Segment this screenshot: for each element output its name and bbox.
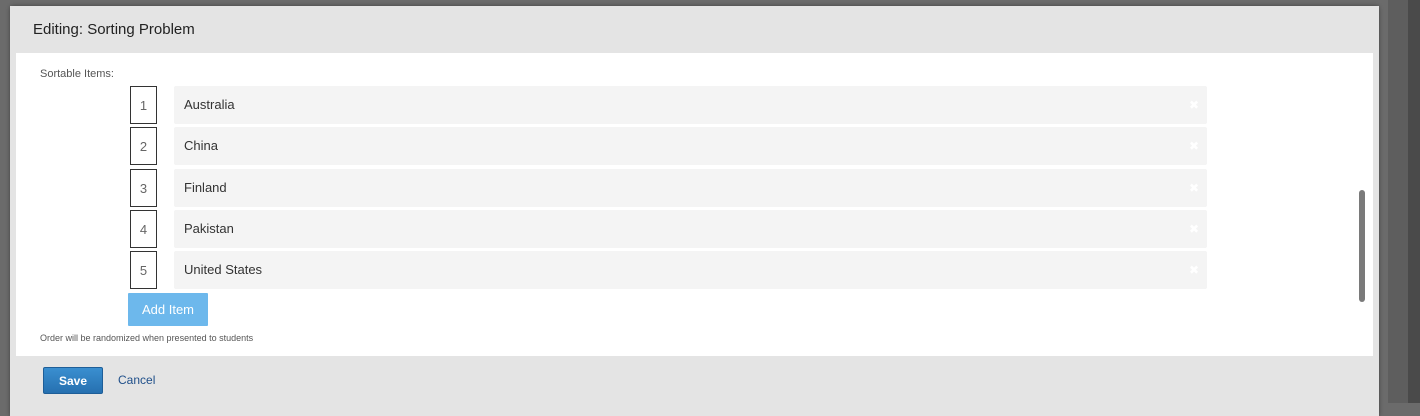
order-number[interactable]: 1 — [130, 86, 157, 124]
save-button[interactable]: Save — [43, 367, 103, 394]
close-icon[interactable]: ✖ — [1188, 223, 1200, 235]
sortable-item-row: 1 Australia ✖ — [16, 86, 1216, 124]
item-text: Australia — [184, 97, 235, 112]
close-icon[interactable]: ✖ — [1188, 182, 1200, 194]
sortable-item-row: 5 United States ✖ — [16, 251, 1216, 289]
scrollbar-thumb[interactable] — [1359, 190, 1365, 302]
edit-modal: Editing: Sorting Problem Sortable Items:… — [10, 6, 1379, 416]
item-text: Finland — [184, 180, 227, 195]
item-text: United States — [184, 262, 263, 277]
cancel-link[interactable]: Cancel — [118, 373, 155, 387]
item-text-field[interactable]: Australia ✖ — [174, 86, 1207, 124]
add-item-button[interactable]: Add Item — [128, 293, 208, 326]
window-edge — [1408, 0, 1420, 403]
sortable-item-row: 4 Pakistan ✖ — [16, 210, 1216, 248]
close-icon[interactable]: ✖ — [1188, 99, 1200, 111]
item-text-field[interactable]: United States ✖ — [174, 251, 1207, 289]
sortable-items-label: Sortable Items: — [40, 68, 114, 80]
item-text-field[interactable]: Pakistan ✖ — [174, 210, 1207, 248]
item-text: Pakistan — [184, 221, 234, 236]
randomize-hint: Order will be randomized when presented … — [40, 333, 254, 343]
close-icon[interactable]: ✖ — [1188, 140, 1200, 152]
order-number[interactable]: 4 — [130, 210, 157, 248]
modal-body: Sortable Items: 1 Australia ✖ 2 China ✖ … — [16, 53, 1373, 356]
item-text: China — [184, 138, 218, 153]
order-number[interactable]: 2 — [130, 127, 157, 165]
modal-header: Editing: Sorting Problem — [10, 6, 1379, 54]
sortable-item-row: 2 China ✖ — [16, 127, 1216, 165]
order-number[interactable]: 3 — [130, 169, 157, 207]
item-text-field[interactable]: China ✖ — [174, 127, 1207, 165]
item-text-field[interactable]: Finland ✖ — [174, 169, 1207, 207]
modal-title: Editing: Sorting Problem — [33, 21, 195, 38]
sortable-item-row: 3 Finland ✖ — [16, 169, 1216, 207]
close-icon[interactable]: ✖ — [1188, 264, 1200, 276]
order-number[interactable]: 5 — [130, 251, 157, 289]
